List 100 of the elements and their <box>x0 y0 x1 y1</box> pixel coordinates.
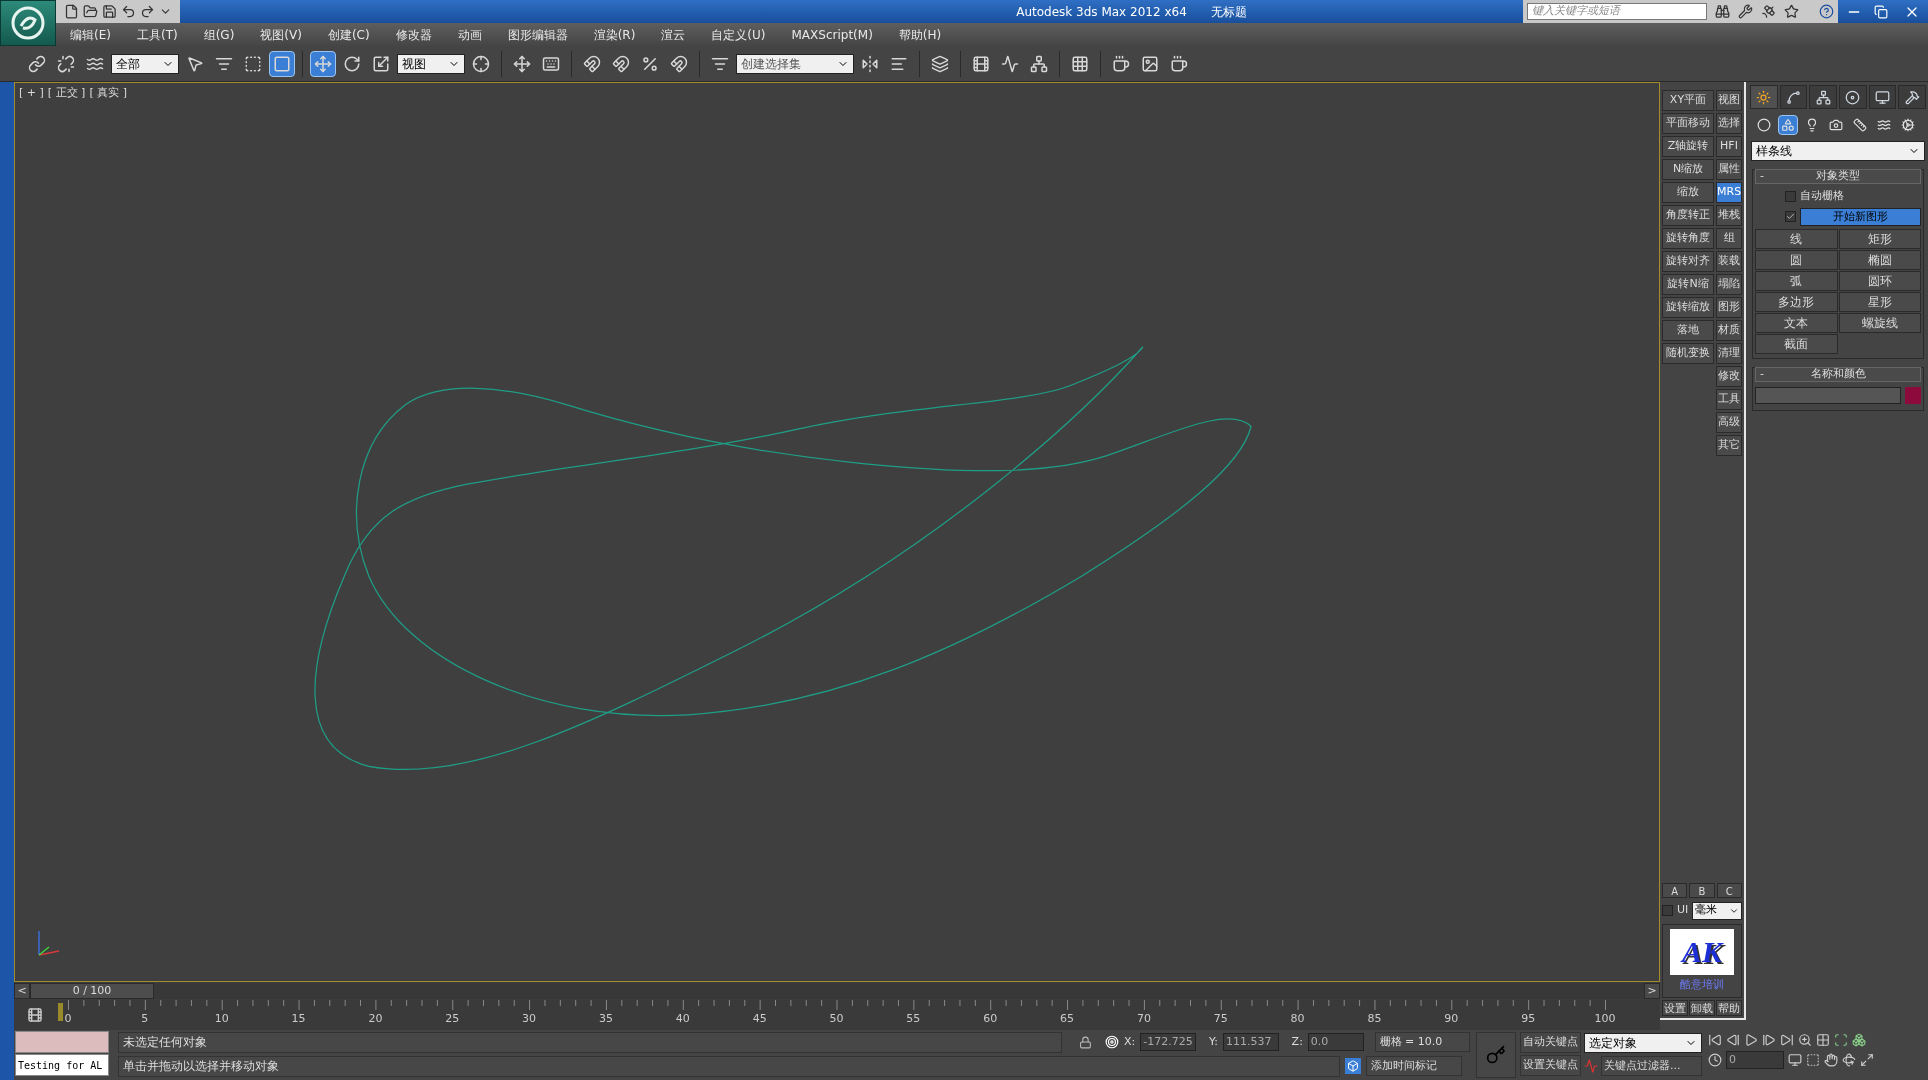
move-button[interactable] <box>310 50 336 77</box>
checkbox[interactable] <box>1785 190 1796 202</box>
satellite-icon[interactable] <box>1761 4 1776 19</box>
shape-button[interactable]: 文本 <box>1755 313 1838 333</box>
menu-item[interactable]: 组(G) <box>203 25 235 44</box>
checkbox[interactable] <box>1662 905 1673 916</box>
viewport-label[interactable]: [ 真实 ] <box>89 85 127 102</box>
lock-icon[interactable] <box>1079 1035 1093 1049</box>
save-icon[interactable] <box>102 4 117 19</box>
pan-icon[interactable] <box>1824 1053 1838 1067</box>
auto-key-button[interactable]: 自动关键点 <box>1520 1032 1581 1053</box>
script-button[interactable]: 材质 <box>1716 320 1742 341</box>
shape-button[interactable]: 星形 <box>1838 292 1921 312</box>
menu-item[interactable]: 自定义(U) <box>711 25 766 44</box>
script-button[interactable]: 旋转对齐 <box>1662 251 1714 272</box>
menu-item[interactable]: 动画 <box>457 25 482 44</box>
shape-button[interactable]: 弧 <box>1755 271 1838 291</box>
listener-output[interactable]: Testing for AL <box>15 1054 109 1076</box>
menu-item[interactable]: 渲染(R) <box>593 25 636 44</box>
script-button[interactable]: XY平面 <box>1662 90 1714 111</box>
script-button[interactable]: 平面移动 <box>1662 113 1714 134</box>
menu-item[interactable]: 渲云 <box>661 25 686 44</box>
command-tab[interactable] <box>1839 85 1867 109</box>
menu-item[interactable]: 创建(C) <box>327 25 370 44</box>
panel-tab[interactable]: A <box>1662 882 1688 898</box>
shape-button[interactable]: 螺旋线 <box>1838 313 1921 333</box>
script-button[interactable]: 旋转N缩 <box>1662 274 1714 295</box>
previous-frame-button[interactable]: < <box>14 983 30 999</box>
shape-button[interactable]: 截面 <box>1755 334 1838 354</box>
new-file-icon[interactable] <box>64 4 79 19</box>
menu-item[interactable]: 图形编辑器 <box>507 25 568 44</box>
panel-tab[interactable]: B <box>1689 882 1715 898</box>
script-button[interactable]: 塌陷 <box>1716 274 1742 295</box>
script-button[interactable]: 组 <box>1716 228 1742 249</box>
shape-button[interactable]: 多边形 <box>1755 292 1838 312</box>
x-field[interactable]: -172.725 <box>1140 1033 1196 1051</box>
script-button[interactable]: 清理 <box>1716 343 1742 364</box>
script-button[interactable]: 高级 <box>1716 412 1742 433</box>
previous-frame-icon[interactable] <box>1726 1033 1740 1047</box>
script-button[interactable]: Z轴旋转 <box>1662 136 1714 157</box>
undo-icon[interactable] <box>121 4 136 19</box>
shape-button[interactable]: 椭圆 <box>1838 250 1921 270</box>
footer-button[interactable]: 帮助 <box>1716 1000 1742 1016</box>
shape-button[interactable]: 矩形 <box>1838 229 1921 249</box>
viewport[interactable]: [ + ] [ 正交 ] [ 真实 ] <box>14 82 1660 982</box>
menu-item[interactable]: MAXScript(M) <box>791 25 873 44</box>
category-dropdown[interactable]: 样条线 <box>1751 141 1925 161</box>
zoom-icon[interactable] <box>1798 1033 1812 1047</box>
time-slider-thumb[interactable]: 0 / 100 <box>30 983 154 999</box>
unit-dropdown[interactable]: 毫米 <box>1692 901 1742 920</box>
play-icon[interactable] <box>1744 1033 1758 1047</box>
panel-tab[interactable]: C <box>1716 882 1742 898</box>
viewport-label[interactable]: [ 正交 ] <box>47 85 86 102</box>
rollout-header[interactable]: - 名称和颜色 <box>1755 367 1921 382</box>
name-field[interactable] <box>1755 387 1901 404</box>
menu-item[interactable]: 视图(V) <box>260 25 302 44</box>
viewport-label[interactable]: [ + ] <box>19 85 44 102</box>
script-button[interactable]: 选择 <box>1716 113 1742 134</box>
command-tab[interactable] <box>1868 85 1897 109</box>
restore-icon[interactable] <box>1874 4 1888 19</box>
command-tab[interactable] <box>1898 85 1927 109</box>
footer-button[interactable]: 卸载 <box>1689 1000 1715 1016</box>
script-button[interactable]: N缩放 <box>1662 159 1714 180</box>
category-button[interactable] <box>1778 115 1798 135</box>
go-to-start-icon[interactable] <box>1708 1033 1722 1047</box>
wrench-icon[interactable] <box>1738 4 1753 19</box>
help-icon[interactable] <box>1819 4 1834 19</box>
script-button[interactable]: 角度转正 <box>1662 205 1714 226</box>
set-key-mode-button[interactable]: 设置关键点 <box>1520 1055 1581 1076</box>
open-folder-icon[interactable] <box>83 4 98 19</box>
next-frame-icon[interactable] <box>1762 1033 1776 1047</box>
script-button[interactable]: 缩放 <box>1662 182 1714 203</box>
orbit-icon[interactable] <box>1842 1053 1856 1067</box>
script-button[interactable]: 属性 <box>1716 159 1742 180</box>
next-frame-button[interactable]: > <box>1644 983 1660 999</box>
shape-button[interactable]: 圆环 <box>1838 271 1921 291</box>
script-button[interactable]: 视图 <box>1716 90 1742 111</box>
time-slider-track[interactable]: 0 / 100 <box>30 983 1644 999</box>
script-button[interactable]: 其它 <box>1716 435 1742 456</box>
command-tab[interactable] <box>1779 85 1808 109</box>
script-button[interactable]: 落地 <box>1662 320 1714 341</box>
script-button[interactable]: 工具 <box>1716 389 1742 410</box>
command-tab[interactable] <box>1809 85 1837 109</box>
script-button[interactable]: 旋转缩放 <box>1662 297 1714 318</box>
key-mode-dropdown[interactable]: 选定对象 <box>1584 1033 1702 1053</box>
binoculars-icon[interactable] <box>1715 4 1730 19</box>
rollout-header[interactable]: - 对象类型 <box>1755 169 1921 184</box>
menu-item[interactable]: 帮助(H) <box>898 25 942 44</box>
z-field[interactable]: 0.0 <box>1307 1033 1364 1051</box>
menu-item[interactable]: 工具(T) <box>136 25 178 44</box>
selection-filter-dropdown[interactable]: 全部 <box>111 53 179 74</box>
script-button[interactable]: 修改 <box>1716 366 1742 387</box>
go-to-end-icon[interactable] <box>1780 1033 1794 1047</box>
script-button[interactable]: 图形 <box>1716 297 1742 318</box>
script-button[interactable]: HFI <box>1716 136 1742 157</box>
command-tab[interactable] <box>1750 85 1778 109</box>
shape-button[interactable]: 线 <box>1755 229 1838 249</box>
script-button[interactable]: 装载 <box>1716 251 1742 272</box>
menu-item[interactable]: 修改器 <box>395 25 432 44</box>
app-logo-icon[interactable] <box>0 0 56 46</box>
